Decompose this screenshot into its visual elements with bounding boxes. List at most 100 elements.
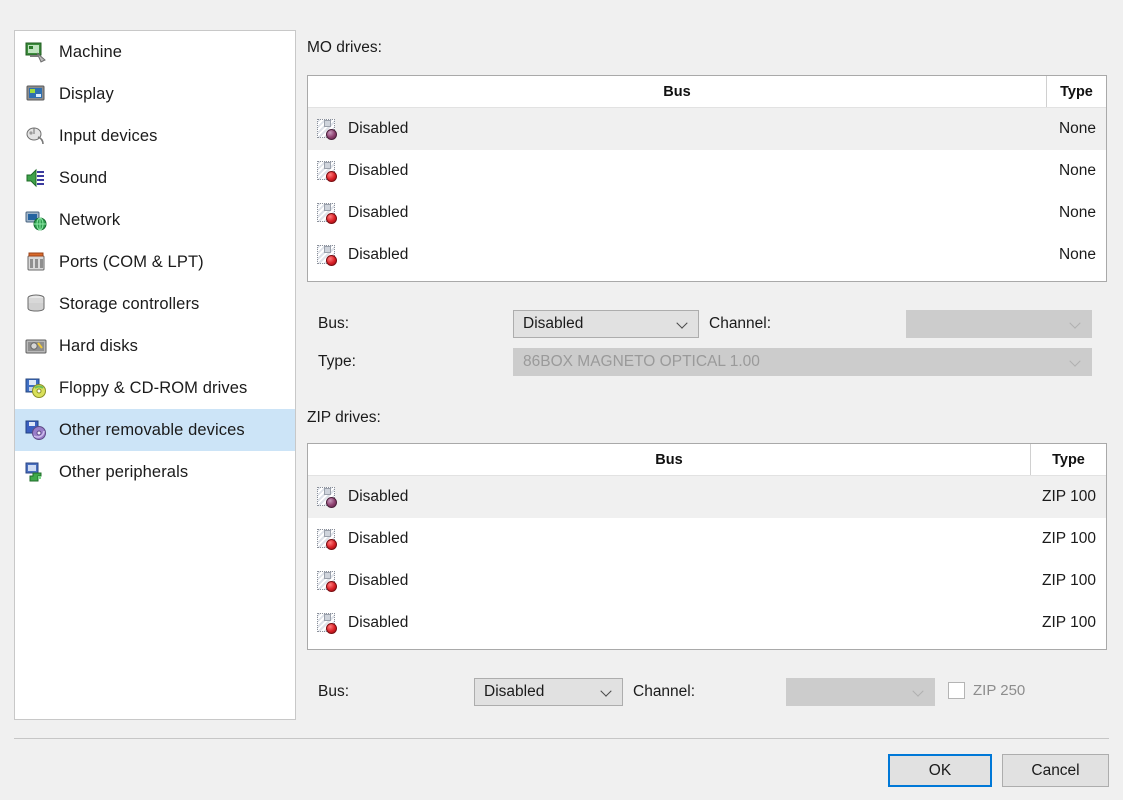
sidebar-item-label: Display xyxy=(59,84,114,103)
sidebar-item-label: Other peripherals xyxy=(59,462,189,481)
zip-row-bus-text: Disabled xyxy=(348,530,409,547)
other-peripherals-icon xyxy=(25,461,47,483)
table-row[interactable]: Disabled None xyxy=(308,108,1106,150)
zip-drives-header: Bus Type xyxy=(308,444,1106,476)
sidebar-item-label: Hard disks xyxy=(59,336,138,355)
chevron-down-icon xyxy=(1071,321,1082,328)
zip-row-bus-cell: Disabled xyxy=(308,612,1030,634)
table-row[interactable]: Disabled ZIP 100 xyxy=(308,476,1106,518)
zip-drives-label: ZIP drives: xyxy=(307,409,381,426)
mo-row-bus-cell: Disabled xyxy=(308,244,1046,266)
mo-bus-dropdown-value: Disabled xyxy=(523,315,584,332)
sidebar-item-label: Machine xyxy=(59,42,123,61)
hard-disks-icon xyxy=(25,335,47,357)
sidebar-item-machine[interactable]: Machine xyxy=(15,31,295,73)
zip-channel-label: Channel: xyxy=(633,683,696,700)
sidebar-item-label: Other removable devices xyxy=(59,420,245,439)
zip-row-type-text: ZIP 100 xyxy=(1041,488,1096,505)
network-icon xyxy=(25,209,47,231)
zip-bus-dropdown[interactable]: Disabled xyxy=(474,678,623,706)
chevron-down-icon xyxy=(914,689,925,696)
mo-row-bus-text: Disabled xyxy=(348,204,409,221)
mo-row-bus-text: Disabled xyxy=(348,162,409,179)
mo-row-bus-cell: Disabled xyxy=(308,160,1046,182)
zip-row-bus-text: Disabled xyxy=(348,572,409,589)
checkbox-box-icon[interactable] xyxy=(948,682,965,699)
sidebar-item-label: Floppy & CD-ROM drives xyxy=(59,378,248,397)
mo-type-label: Type: xyxy=(318,353,356,370)
zip-row-type-text: ZIP 100 xyxy=(1041,614,1096,631)
storage-controllers-icon xyxy=(25,293,47,315)
table-row[interactable]: Disabled ZIP 100 xyxy=(308,602,1106,644)
zip-drive-icon xyxy=(316,570,338,592)
machine-icon xyxy=(25,41,47,63)
chevron-down-icon xyxy=(1071,359,1082,366)
sound-icon xyxy=(25,167,47,189)
zip-drive-icon xyxy=(316,528,338,550)
mo-row-bus-text: Disabled xyxy=(348,120,409,137)
other-removable-devices-panel: MO drives: Bus Type Disabled None Disabl… xyxy=(307,0,1113,800)
sidebar-item-other-peripherals[interactable]: Other peripherals xyxy=(15,451,295,493)
cancel-button[interactable]: Cancel xyxy=(1002,754,1109,787)
mo-drives-list[interactable]: Bus Type Disabled None Disabled None Dis… xyxy=(307,75,1107,282)
sidebar-item-label: Storage controllers xyxy=(59,294,200,313)
zip-row-bus-text: Disabled xyxy=(348,614,409,631)
mo-row-type-text: None xyxy=(1058,204,1096,221)
zip-row-type-text: ZIP 100 xyxy=(1041,530,1096,547)
zip-channel-dropdown[interactable] xyxy=(786,678,935,706)
column-header-type[interactable]: Type xyxy=(1046,76,1106,107)
mo-drive-icon xyxy=(316,160,338,182)
zip-drive-icon xyxy=(316,486,338,508)
floppy-cdrom-icon xyxy=(25,377,47,399)
column-header-bus[interactable]: Bus xyxy=(308,444,1030,475)
table-row[interactable]: Disabled None xyxy=(308,192,1106,234)
mo-row-type-text: None xyxy=(1058,246,1096,263)
sidebar-item-other-removable-devices[interactable]: Other removable devices xyxy=(15,409,295,451)
mo-bus-dropdown[interactable]: Disabled xyxy=(513,310,699,338)
sidebar-item-ports[interactable]: Ports (COM & LPT) xyxy=(15,241,295,283)
zip-row-bus-text: Disabled xyxy=(348,488,409,505)
mo-row-bus-cell: Disabled xyxy=(308,202,1046,224)
mo-drive-icon xyxy=(316,244,338,266)
mo-channel-label: Channel: xyxy=(709,315,772,332)
zip-row-bus-cell: Disabled xyxy=(308,570,1030,592)
zip-row-type-text: ZIP 100 xyxy=(1041,572,1096,589)
chevron-down-icon xyxy=(678,321,689,328)
settings-category-list[interactable]: Machine Display Input devices Sound Netw… xyxy=(14,30,296,720)
sidebar-item-sound[interactable]: Sound xyxy=(15,157,295,199)
sidebar-item-floppy-cdrom[interactable]: Floppy & CD-ROM drives xyxy=(15,367,295,409)
ok-button[interactable]: OK xyxy=(888,754,992,787)
mo-drive-icon xyxy=(316,202,338,224)
sidebar-item-hard-disks[interactable]: Hard disks xyxy=(15,325,295,367)
sidebar-item-input-devices[interactable]: Input devices xyxy=(15,115,295,157)
zip-drives-list[interactable]: Bus Type Disabled ZIP 100 Disabled ZIP 1… xyxy=(307,443,1107,650)
table-row[interactable]: Disabled ZIP 100 xyxy=(308,560,1106,602)
sidebar-item-display[interactable]: Display xyxy=(15,73,295,115)
zip250-label: ZIP 250 xyxy=(973,682,1026,699)
zip250-checkbox[interactable]: ZIP 250 xyxy=(948,682,1025,699)
mo-drive-icon xyxy=(316,118,338,140)
sidebar-item-label: Sound xyxy=(59,168,108,187)
mo-channel-dropdown[interactable] xyxy=(906,310,1092,338)
column-header-type[interactable]: Type xyxy=(1030,444,1106,475)
mo-type-dropdown[interactable]: 86BOX MAGNETO OPTICAL 1.00 xyxy=(513,348,1092,376)
chevron-down-icon xyxy=(602,689,613,696)
sidebar-item-label: Input devices xyxy=(59,126,158,145)
table-row[interactable]: Disabled ZIP 100 xyxy=(308,518,1106,560)
sidebar-item-storage-controllers[interactable]: Storage controllers xyxy=(15,283,295,325)
zip-drive-icon xyxy=(316,612,338,634)
preferences-dialog: Machine Display Input devices Sound Netw… xyxy=(0,0,1123,800)
input-devices-icon xyxy=(25,125,47,147)
footer-divider xyxy=(14,738,1109,739)
sidebar-item-label: Ports (COM & LPT) xyxy=(59,252,204,271)
zip-row-bus-cell: Disabled xyxy=(308,486,1030,508)
mo-drives-label: MO drives: xyxy=(307,39,382,56)
mo-row-type-text: None xyxy=(1058,162,1096,179)
mo-row-bus-cell: Disabled xyxy=(308,118,1046,140)
mo-row-type-text: None xyxy=(1058,120,1096,137)
mo-drives-header: Bus Type xyxy=(308,76,1106,108)
table-row[interactable]: Disabled None xyxy=(308,234,1106,276)
column-header-bus[interactable]: Bus xyxy=(308,76,1046,107)
sidebar-item-network[interactable]: Network xyxy=(15,199,295,241)
table-row[interactable]: Disabled None xyxy=(308,150,1106,192)
